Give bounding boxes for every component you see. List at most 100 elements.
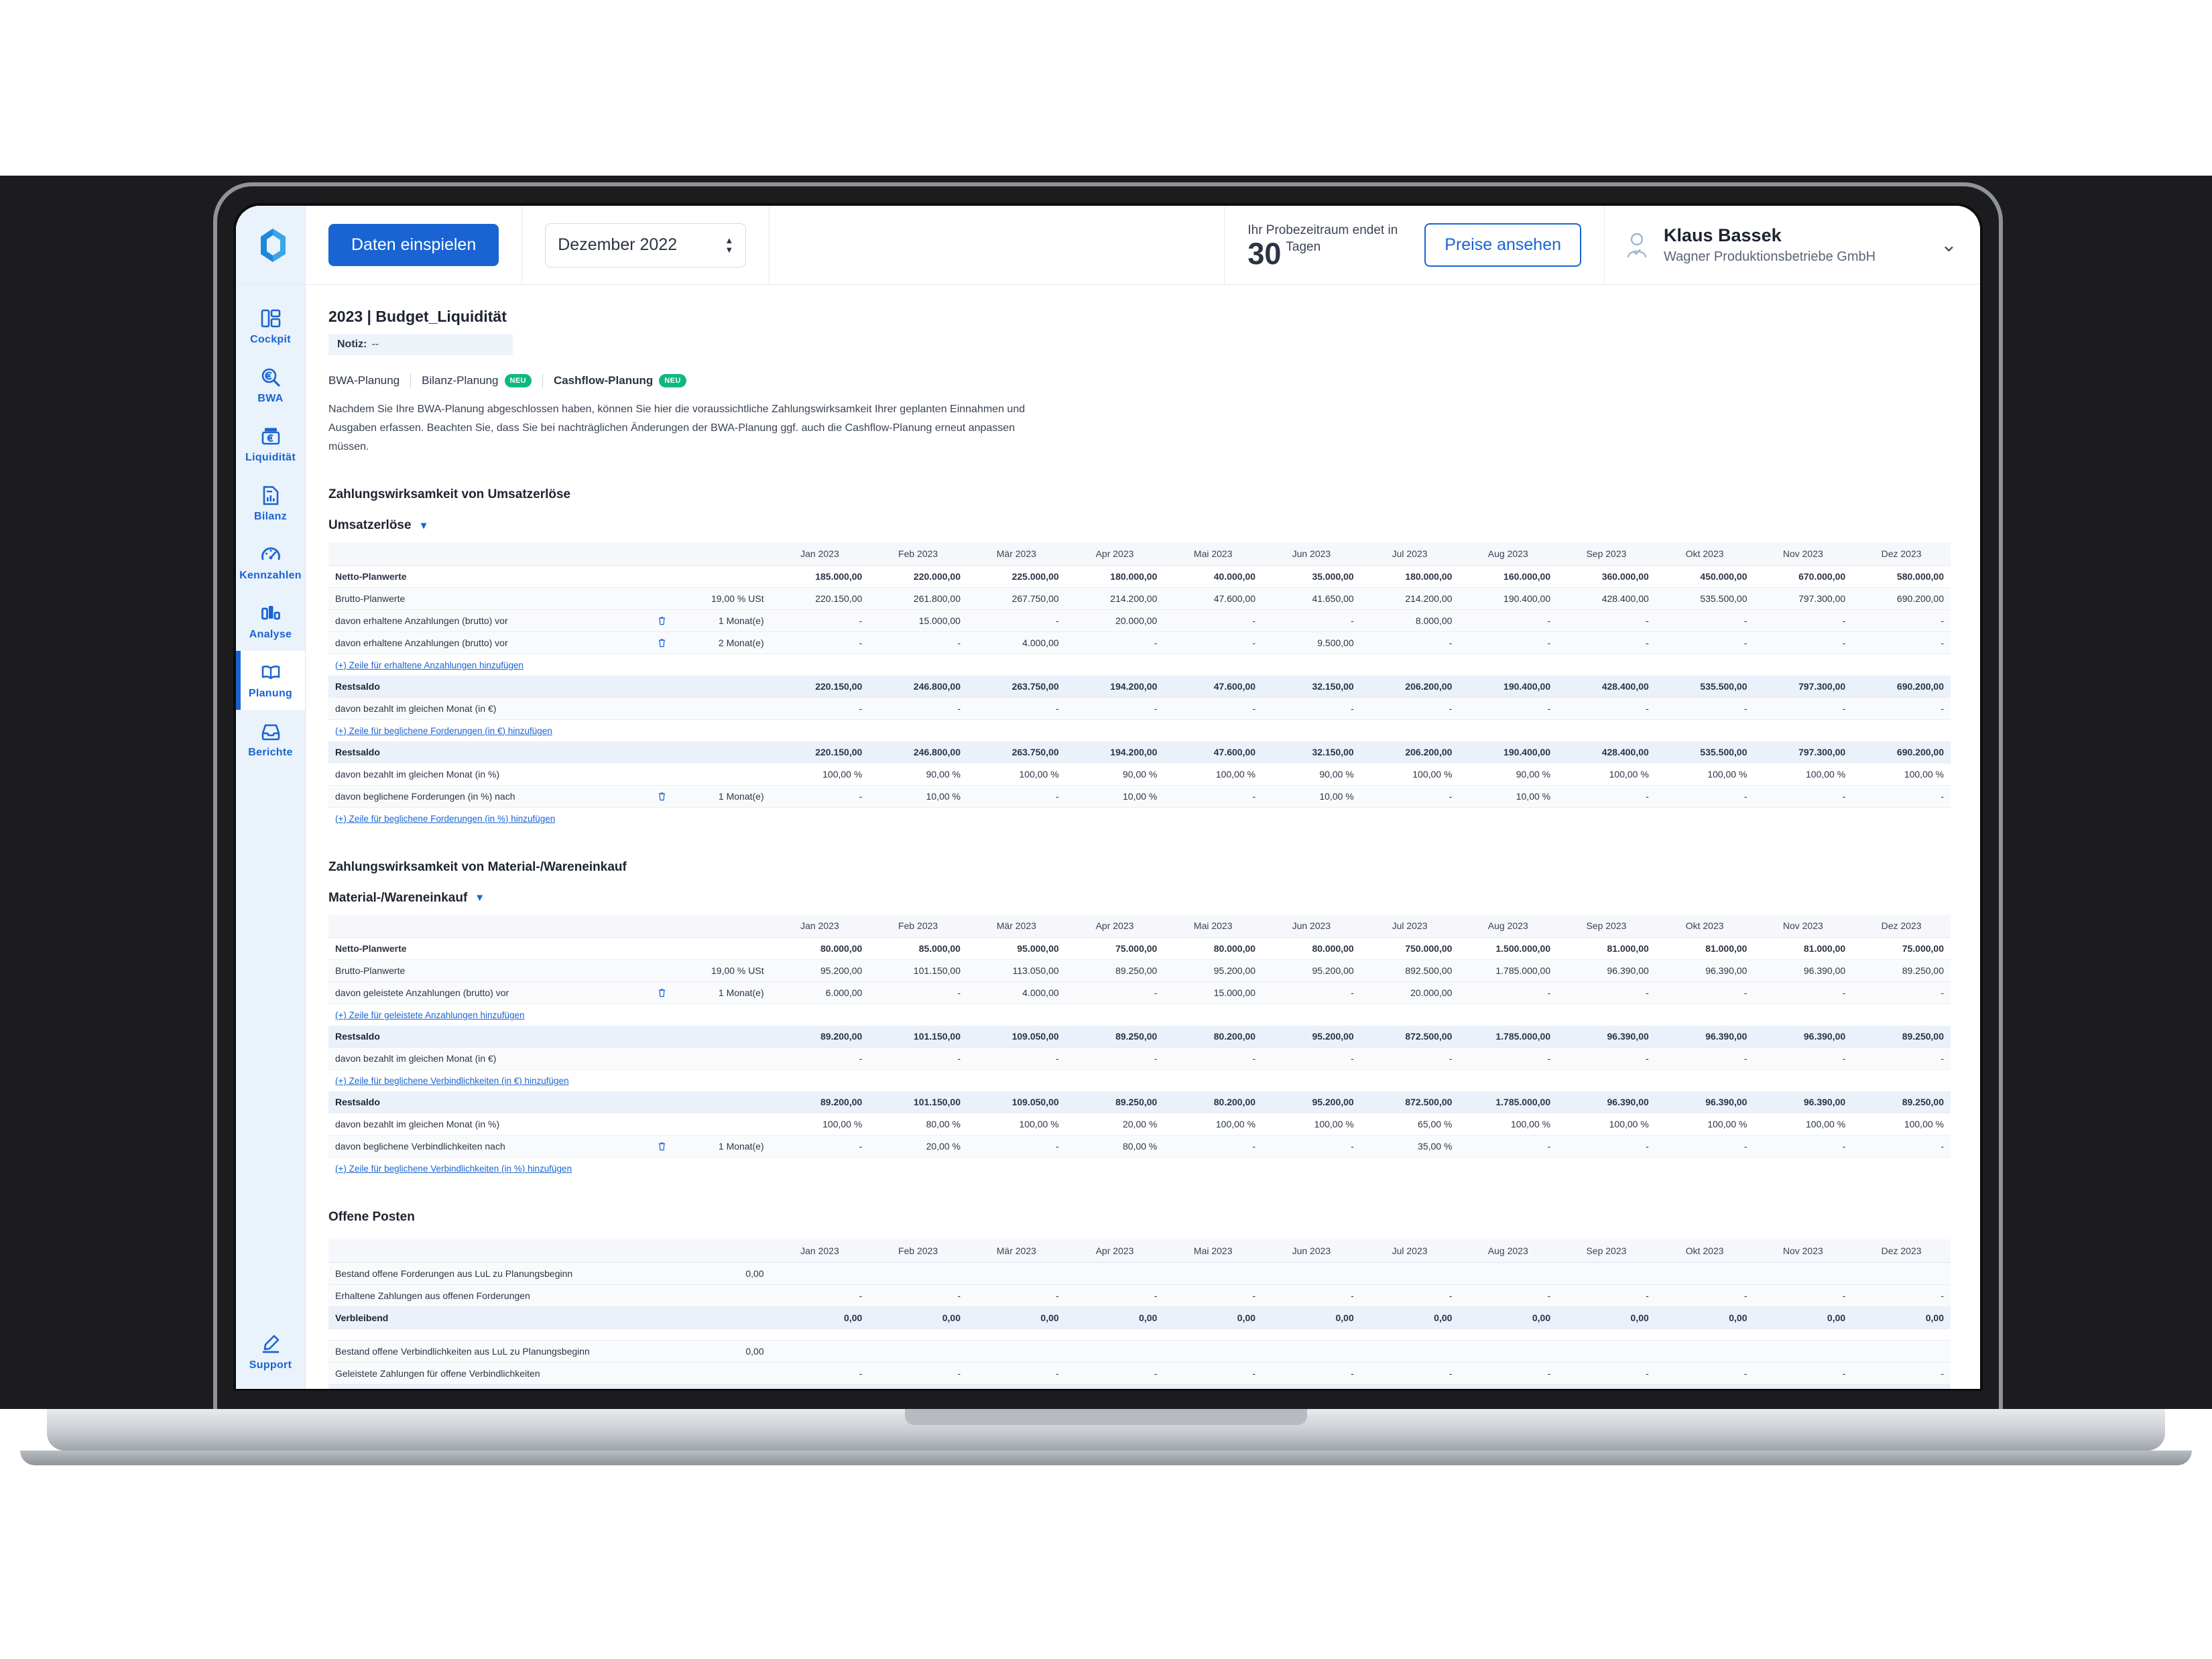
cell-month-2[interactable] bbox=[967, 1340, 1066, 1363]
cell-month-4[interactable]: - bbox=[1164, 609, 1263, 632]
cell-month-1[interactable]: 101.150,00 bbox=[869, 959, 967, 982]
add-row-link[interactable]: (+) Zeile für erhaltene Anzahlungen hinz… bbox=[335, 660, 524, 670]
cell-month-9[interactable]: 535.500,00 bbox=[1655, 587, 1754, 610]
cell-month-1[interactable]: - bbox=[869, 697, 967, 720]
cell-month-4[interactable]: 100,00 % bbox=[1164, 1113, 1263, 1135]
cell-month-10[interactable]: 0,00 bbox=[1754, 1384, 1853, 1389]
cell-month-1[interactable] bbox=[869, 1262, 967, 1285]
cell-month-8[interactable]: - bbox=[1557, 785, 1656, 808]
cell-month-4[interactable] bbox=[1164, 1340, 1263, 1363]
cell-month-5[interactable]: 0,00 bbox=[1262, 1384, 1361, 1389]
cell-month-6[interactable]: 65,00 % bbox=[1360, 1113, 1459, 1135]
cell-month-0[interactable]: 185.000,00 bbox=[770, 565, 869, 588]
cell-month-0[interactable]: 220.150,00 bbox=[770, 675, 869, 698]
add-row-link[interactable]: (+) Zeile für beglichene Forderungen (in… bbox=[335, 814, 555, 824]
cell-month-2[interactable]: 267.750,00 bbox=[967, 587, 1066, 610]
month-selector[interactable]: Dezember 2022 ▲ ▼ bbox=[545, 223, 747, 267]
cell-month-3[interactable]: 89.250,00 bbox=[1065, 1091, 1164, 1113]
cell-month-5[interactable]: 9.500,00 bbox=[1262, 631, 1361, 654]
cell-month-0[interactable] bbox=[770, 1262, 869, 1285]
add-row-link[interactable]: (+) Zeile für beglichene Verbindlichkeit… bbox=[335, 1164, 572, 1174]
cell-month-4[interactable]: - bbox=[1164, 697, 1263, 720]
cell-month-6[interactable] bbox=[1360, 1340, 1459, 1363]
cell-month-9[interactable]: - bbox=[1655, 1135, 1754, 1158]
cell-month-0[interactable]: 220.150,00 bbox=[770, 587, 869, 610]
cell-month-11[interactable]: - bbox=[1852, 697, 1951, 720]
cell-month-6[interactable]: 0,00 bbox=[1360, 1306, 1459, 1329]
cell-month-10[interactable] bbox=[1754, 1262, 1853, 1285]
cell-month-0[interactable]: 0,00 bbox=[770, 1384, 869, 1389]
cell-month-7[interactable]: 90,00 % bbox=[1459, 763, 1558, 786]
cell-month-9[interactable]: 535.500,00 bbox=[1655, 741, 1754, 763]
cell-month-5[interactable]: 90,00 % bbox=[1262, 763, 1361, 786]
cell-month-2[interactable]: 109.050,00 bbox=[967, 1026, 1066, 1048]
cell-month-0[interactable]: 89.200,00 bbox=[770, 1091, 869, 1113]
cell-month-10[interactable]: - bbox=[1754, 785, 1853, 808]
cell-month-3[interactable] bbox=[1065, 1340, 1164, 1363]
cell-month-10[interactable]: 96.390,00 bbox=[1754, 1026, 1853, 1048]
cell-month-3[interactable]: 20,00 % bbox=[1065, 1113, 1164, 1135]
cell-month-8[interactable]: 96.390,00 bbox=[1557, 1091, 1656, 1113]
cell-month-1[interactable]: 80,00 % bbox=[869, 1113, 967, 1135]
cell-month-10[interactable] bbox=[1754, 1340, 1853, 1363]
cell-month-10[interactable]: 96.390,00 bbox=[1754, 1091, 1853, 1113]
sidebar-item-bwa[interactable]: BWA bbox=[236, 356, 305, 415]
cell-month-7[interactable]: - bbox=[1459, 1135, 1558, 1158]
cell-month-7[interactable]: 10,00 % bbox=[1459, 785, 1558, 808]
cell-month-9[interactable] bbox=[1655, 1262, 1754, 1285]
cell-month-6[interactable]: 892.500,00 bbox=[1360, 959, 1459, 982]
cell-month-11[interactable]: 100,00 % bbox=[1852, 763, 1951, 786]
sidebar-item-analyse[interactable]: Analyse bbox=[236, 592, 305, 651]
cell-month-3[interactable]: 75.000,00 bbox=[1065, 937, 1164, 960]
cell-month-0[interactable]: - bbox=[770, 1362, 869, 1385]
cell-month-11[interactable] bbox=[1852, 1340, 1951, 1363]
cell-month-10[interactable]: - bbox=[1754, 631, 1853, 654]
cell-month-4[interactable]: 15.000,00 bbox=[1164, 981, 1263, 1004]
cell-month-0[interactable]: 100,00 % bbox=[770, 1113, 869, 1135]
cell-month-9[interactable]: 81.000,00 bbox=[1655, 937, 1754, 960]
cell-month-8[interactable]: - bbox=[1557, 1284, 1656, 1307]
cell-month-0[interactable]: - bbox=[770, 1135, 869, 1158]
cell-month-9[interactable]: - bbox=[1655, 1284, 1754, 1307]
cell-month-7[interactable] bbox=[1459, 1262, 1558, 1285]
cell-month-3[interactable]: 180.000,00 bbox=[1065, 565, 1164, 588]
cell-month-11[interactable]: - bbox=[1852, 609, 1951, 632]
cell-month-1[interactable]: 246.800,00 bbox=[869, 675, 967, 698]
cell-month-6[interactable]: 35,00 % bbox=[1360, 1135, 1459, 1158]
cell-month-9[interactable]: 0,00 bbox=[1655, 1384, 1754, 1389]
cell-month-9[interactable]: - bbox=[1655, 1362, 1754, 1385]
cell-month-11[interactable]: 690.200,00 bbox=[1852, 741, 1951, 763]
cell-month-4[interactable]: - bbox=[1164, 1047, 1263, 1070]
cell-month-1[interactable]: 0,00 bbox=[869, 1306, 967, 1329]
cell-month-8[interactable] bbox=[1557, 1340, 1656, 1363]
cell-month-9[interactable]: 100,00 % bbox=[1655, 763, 1754, 786]
cell-month-6[interactable]: - bbox=[1360, 1284, 1459, 1307]
cell-month-10[interactable]: 100,00 % bbox=[1754, 1113, 1853, 1135]
cell-month-10[interactable]: 797.300,00 bbox=[1754, 741, 1853, 763]
cell-month-8[interactable]: 81.000,00 bbox=[1557, 937, 1656, 960]
cell-month-11[interactable]: 0,00 bbox=[1852, 1306, 1951, 1329]
cell-month-0[interactable]: - bbox=[770, 785, 869, 808]
cell-month-2[interactable]: - bbox=[967, 1047, 1066, 1070]
cell-month-5[interactable]: 95.200,00 bbox=[1262, 959, 1361, 982]
cell-month-5[interactable]: 80.000,00 bbox=[1262, 937, 1361, 960]
cell-month-8[interactable]: 100,00 % bbox=[1557, 763, 1656, 786]
chevron-down-icon-material[interactable]: ▼ bbox=[475, 892, 485, 904]
add-row-link[interactable]: (+) Zeile für beglichene Forderungen (in… bbox=[335, 726, 552, 736]
cell-month-3[interactable]: 89.250,00 bbox=[1065, 1026, 1164, 1048]
cell-month-6[interactable]: 0,00 bbox=[1360, 1384, 1459, 1389]
delete-row-icon[interactable] bbox=[657, 1142, 667, 1152]
cell-month-1[interactable]: - bbox=[869, 1284, 967, 1307]
sidebar-item-planung[interactable]: Planung bbox=[236, 651, 305, 710]
cell-month-4[interactable]: 47.600,00 bbox=[1164, 675, 1263, 698]
cell-month-9[interactable]: - bbox=[1655, 785, 1754, 808]
cell-month-5[interactable] bbox=[1262, 1340, 1361, 1363]
cell-month-11[interactable]: - bbox=[1852, 1362, 1951, 1385]
cell-month-2[interactable]: 263.750,00 bbox=[967, 741, 1066, 763]
cell-month-10[interactable]: - bbox=[1754, 1135, 1853, 1158]
cell-month-11[interactable]: - bbox=[1852, 1135, 1951, 1158]
cell-month-3[interactable]: 90,00 % bbox=[1065, 763, 1164, 786]
cell-month-2[interactable]: - bbox=[967, 609, 1066, 632]
cell-month-0[interactable]: 100,00 % bbox=[770, 763, 869, 786]
cell-month-9[interactable]: 450.000,00 bbox=[1655, 565, 1754, 588]
